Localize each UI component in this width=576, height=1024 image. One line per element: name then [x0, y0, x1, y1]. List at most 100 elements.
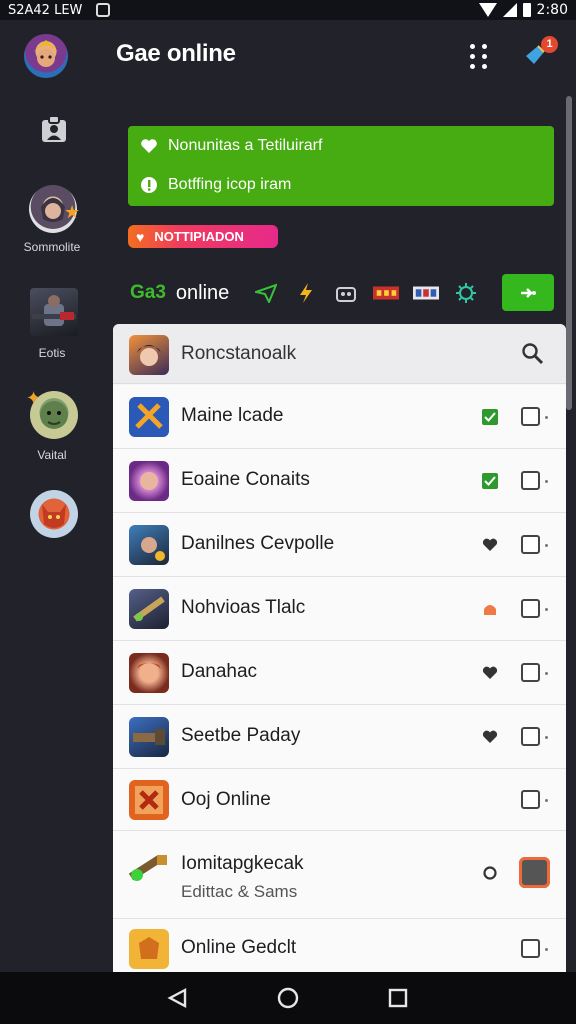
game-bar: Ga3 online — [130, 280, 493, 306]
list-item[interactable]: Nohvioas Tlalc — [113, 577, 566, 641]
star-icon: ★ — [64, 202, 81, 222]
list-item-name: Ooj Online — [181, 789, 271, 810]
list-item-name: Seetbe Paday — [181, 725, 301, 746]
status-bar: S2A42 LEW 2:80 — [0, 0, 576, 20]
list-item[interactable]: Seetbe Paday — [113, 705, 566, 769]
game-list-panel: Roncstanoalk Maine lcade Eoaine Conaits — [113, 324, 566, 972]
notice-banner[interactable]: Nonunitas a Tetiluirarf Botffing icop ir… — [128, 126, 554, 206]
list-item-name: Online Gedclt — [181, 937, 297, 958]
list-item[interactable]: Eoaine Conaits — [113, 449, 566, 513]
scrollbar[interactable] — [566, 96, 572, 410]
row-dot — [545, 480, 548, 483]
go-button[interactable] — [502, 274, 554, 311]
ring-icon — [481, 864, 499, 882]
sidebar: ★ Sommolite Eotis ✦ Vaital — [0, 20, 104, 972]
row-dot — [545, 608, 548, 611]
notice-line-2: Botffing icop iram — [140, 176, 291, 194]
row-dot — [545, 416, 548, 419]
back-icon — [167, 988, 187, 1008]
ioi-icon[interactable] — [413, 282, 440, 304]
row-checkbox[interactable] — [521, 790, 540, 809]
game-thumbnail — [129, 929, 169, 969]
gear-icon[interactable] — [453, 282, 479, 304]
page-title: Gae online — [116, 40, 236, 67]
list-item-name: Nohvioas Tlalc — [181, 597, 306, 618]
game-word: online — [175, 281, 230, 304]
notification-badge: 1 — [541, 36, 558, 53]
game-thumbnail — [129, 525, 169, 565]
wifi-icon — [478, 3, 497, 17]
row-checkbox[interactable] — [521, 939, 540, 958]
robot-icon[interactable] — [333, 282, 359, 304]
orange-flag-icon — [481, 600, 499, 618]
star-icon: ✦ — [26, 388, 42, 408]
list-item[interactable]: Iomitapgkecak Edittac & Sams — [113, 831, 566, 919]
info-icon — [140, 176, 158, 194]
heart-icon — [481, 536, 499, 554]
row-checkbox[interactable] — [521, 535, 540, 554]
demon-avatar[interactable] — [30, 490, 78, 538]
eotis-avatar[interactable] — [30, 288, 78, 336]
plane-icon[interactable] — [253, 282, 279, 304]
game-thumbnail — [129, 780, 169, 820]
search-avatar — [129, 335, 169, 375]
notice-line-1: Nonunitas a Tetiluirarf — [140, 137, 322, 155]
promo-pill-label: NOTTIPIADON — [154, 229, 244, 244]
list-item[interactable]: Danilnes Cevpolle — [113, 513, 566, 577]
recents-icon — [388, 988, 408, 1008]
list-item-subtitle: Edittac & Sams — [181, 882, 298, 901]
list-item[interactable]: Ooj Online — [113, 769, 566, 831]
toggle-filled-checkbox[interactable] — [519, 857, 550, 888]
lca-icon[interactable] — [373, 282, 400, 304]
heart-icon — [481, 664, 499, 682]
sidebar-item-sommolite-label: Sommolite — [23, 240, 81, 254]
heart-icon: ♥ — [136, 228, 145, 245]
row-dot — [545, 799, 548, 802]
promo-pill[interactable]: ♥ NOTTIPIADON — [128, 225, 278, 248]
list-item[interactable]: Online Gedclt — [113, 919, 566, 972]
row-checkbox[interactable] — [521, 407, 540, 426]
heart-icon — [140, 137, 158, 155]
heart-icon — [481, 728, 499, 746]
row-checkbox[interactable] — [521, 471, 540, 490]
search-bar[interactable]: Roncstanoalk — [113, 324, 566, 384]
row-dot — [545, 672, 548, 675]
more-options-icon[interactable] — [470, 44, 490, 69]
row-checkbox[interactable] — [521, 599, 540, 618]
row-dot — [545, 948, 548, 951]
game-tag: Ga3 — [130, 282, 166, 303]
home-icon — [277, 987, 299, 1009]
list-item[interactable]: Danahac — [113, 641, 566, 705]
navigation-bar — [0, 972, 576, 1024]
checked-icon — [481, 472, 499, 490]
search-icon[interactable] — [521, 342, 545, 371]
row-checkbox[interactable] — [521, 727, 540, 746]
list-item[interactable]: Maine lcade — [113, 385, 566, 449]
row-dot — [545, 544, 548, 547]
row-dot — [545, 736, 548, 739]
game-thumbnail — [129, 397, 169, 437]
game-thumbnail — [129, 589, 169, 629]
list-item-name: Danilnes Cevpolle — [181, 533, 335, 554]
hero-avatar[interactable] — [24, 34, 68, 78]
app-root: S2A42 LEW 2:80 ★ Sommolite Eotis ✦ Vaita… — [0, 0, 576, 1024]
list-item-name: Danahac — [181, 661, 258, 682]
status-left-text: S2A42 LEW — [8, 2, 83, 18]
status-time: 2:80 — [536, 2, 568, 18]
list-item-name: Iomitapgkecak — [181, 853, 304, 874]
nav-icons — [167, 987, 408, 1009]
game-thumbnail — [129, 653, 169, 693]
list-item-name: Eoaine Conaits — [181, 469, 310, 490]
notice-line-2-text: Botffing icop iram — [168, 176, 292, 193]
lightning-icon[interactable] — [293, 282, 319, 304]
sidebar-item-vaital-label: Vaital — [37, 448, 67, 462]
go-icon — [521, 287, 536, 298]
list-item-name: Maine lcade — [181, 405, 284, 426]
battery-icon — [522, 3, 531, 17]
sidebar-item-eotis-label: Eotis — [38, 346, 66, 360]
profile-badge-icon[interactable] — [40, 114, 68, 144]
search-input[interactable]: Roncstanoalk — [181, 343, 296, 365]
row-checkbox[interactable] — [521, 663, 540, 682]
checked-icon — [481, 408, 499, 426]
game-thumbnail — [129, 461, 169, 501]
